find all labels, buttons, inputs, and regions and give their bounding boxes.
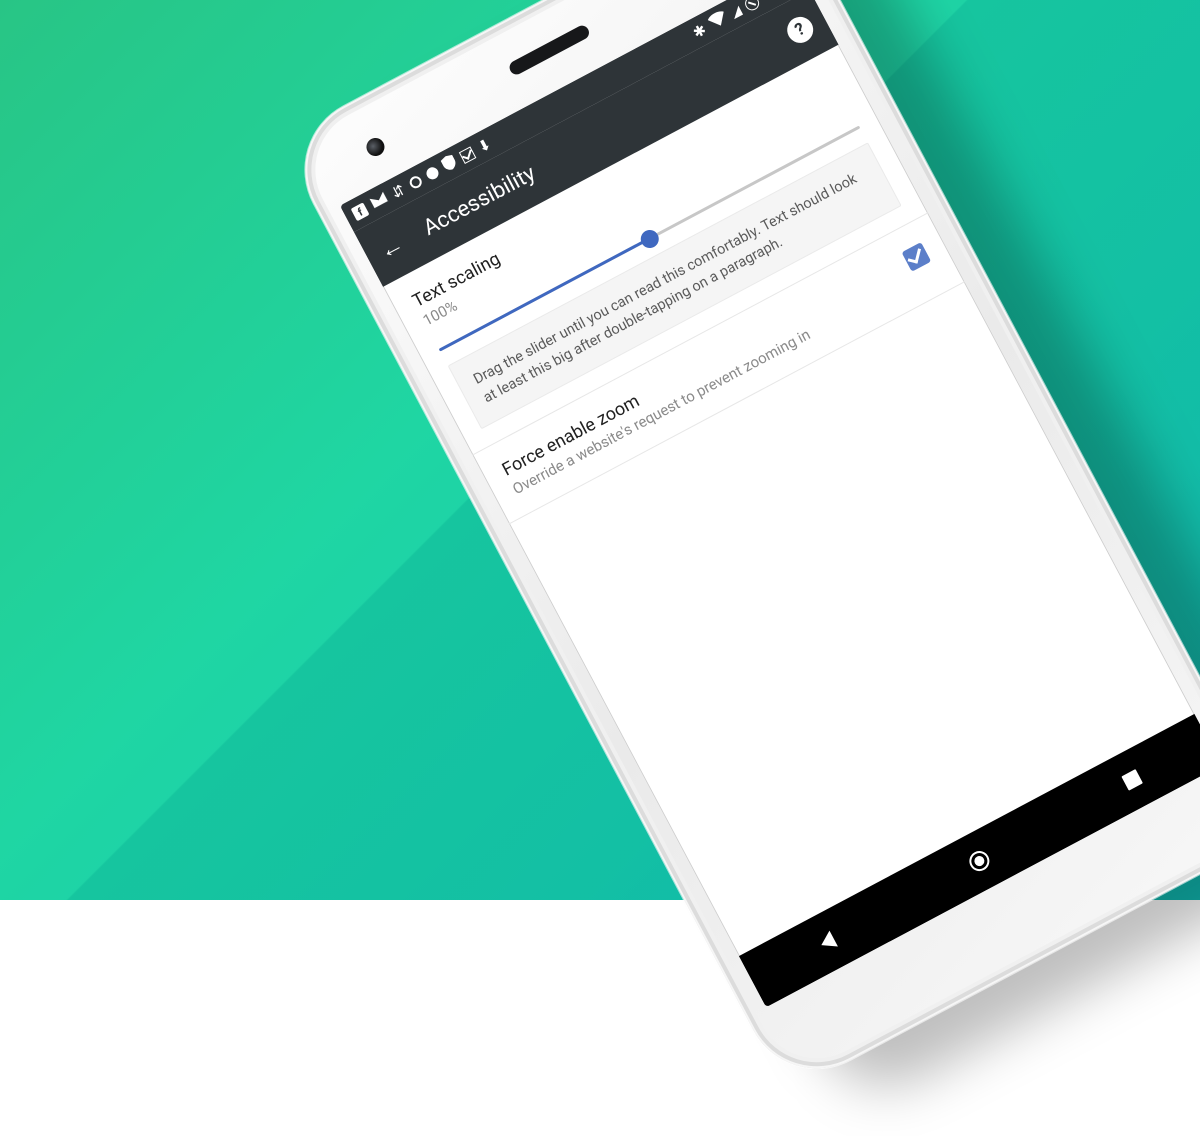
facebook-notification-icon: f — [351, 202, 370, 221]
record-notification-icon — [424, 165, 440, 181]
front-camera — [363, 135, 387, 159]
wifi-icon — [706, 9, 730, 33]
sync-icon: ⇵ — [389, 182, 407, 201]
bluetooth-icon: ✱ — [690, 20, 710, 42]
earpiece-speaker — [507, 23, 591, 77]
shield-notification-icon — [439, 153, 459, 176]
app-notification-icon — [407, 174, 423, 190]
slider-thumb[interactable] — [637, 226, 661, 250]
nav-back-icon[interactable] — [817, 931, 838, 953]
back-arrow-icon[interactable]: ← — [375, 231, 407, 263]
mail-notification-icon — [369, 191, 391, 213]
nav-home-icon[interactable] — [966, 848, 993, 875]
cell-signal-icon: ◢ — [728, 3, 744, 21]
do-not-disturb-icon — [743, 0, 762, 13]
nav-recent-icon[interactable] — [1122, 769, 1144, 791]
force-zoom-checkbox[interactable] — [902, 242, 932, 272]
task-done-icon — [458, 146, 476, 164]
help-button[interactable]: ? — [783, 12, 818, 47]
download-icon: ⬇ — [475, 135, 495, 157]
